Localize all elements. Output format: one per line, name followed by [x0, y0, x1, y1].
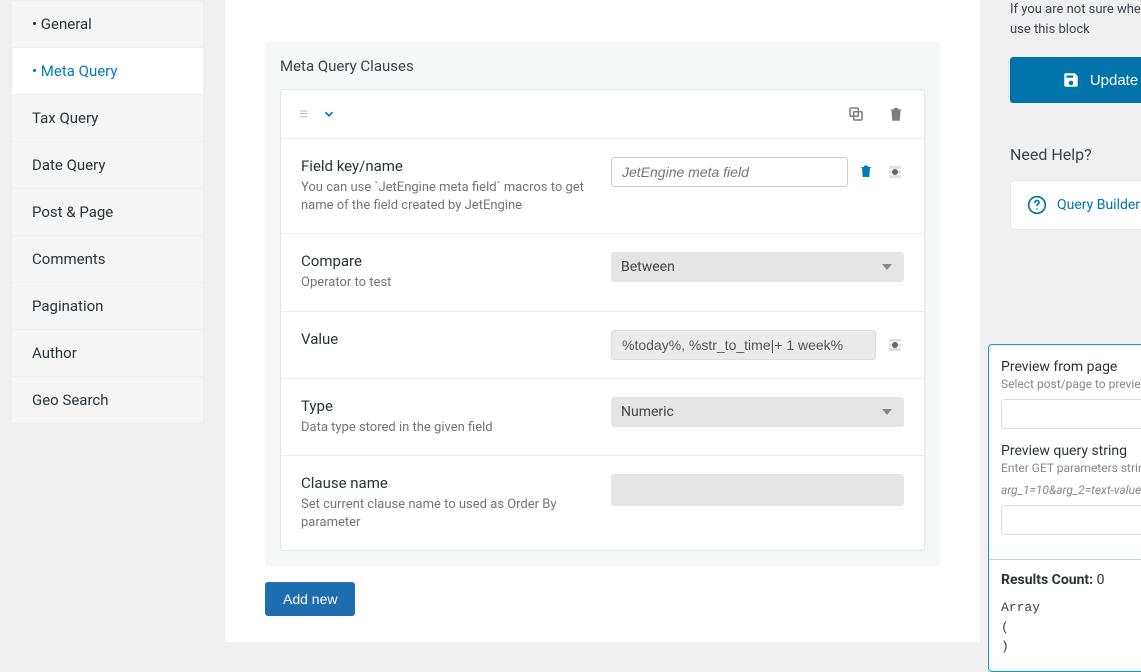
clause-card: ≡ Field key/name You can use `JetEngine … [280, 89, 925, 551]
type-label: Type [301, 397, 591, 415]
update-label: Update [1090, 72, 1138, 89]
add-new-button[interactable]: Add new [265, 582, 355, 616]
trash-icon[interactable] [886, 104, 906, 124]
preview-query-string-label: Preview query string [1001, 443, 1141, 459]
macro-icon[interactable] [886, 336, 904, 354]
field-row-type: Type Data type stored in the given field… [281, 379, 924, 456]
field-key-desc: You can use `JetEngine meta field` macro… [301, 179, 591, 215]
sidebar-item-comments[interactable]: Comments [11, 236, 204, 283]
question-circle-icon [1027, 195, 1047, 215]
drag-handle-icon[interactable]: ≡ [299, 104, 306, 124]
intro-help-text: If you are not sure where to use this bl… [1010, 0, 1141, 39]
sidebar-item-meta-query[interactable]: Meta Query [11, 48, 204, 95]
field-row-value: Value [281, 312, 924, 379]
field-key-input[interactable] [611, 157, 848, 187]
results-count-value: 0 [1097, 572, 1105, 588]
field-row-clause-name: Clause name Set current clause name to u… [281, 456, 924, 550]
chevron-down-icon[interactable] [322, 107, 336, 121]
results-count: Results Count: 0 [1001, 572, 1141, 588]
preview-from-page-sub: Select post/page to preview [1001, 377, 1141, 391]
query-builder-link[interactable]: Query Builder [1057, 197, 1140, 213]
results-array: Array ( ) [1001, 598, 1141, 657]
panel-title: Meta Query Clauses [280, 57, 925, 75]
clear-field-icon[interactable] [858, 163, 876, 181]
sidebar-item-pagination[interactable]: Pagination [11, 283, 204, 330]
macro-icon[interactable] [886, 163, 904, 181]
sidebar-item-author[interactable]: Author [11, 330, 204, 377]
type-select[interactable]: Numeric [611, 397, 904, 427]
field-key-label: Field key/name [301, 157, 591, 175]
field-row-compare: Compare Operator to test Between [281, 234, 924, 311]
settings-sidebar: General Meta Query Tax Query Date Query … [11, 0, 204, 424]
value-input[interactable] [611, 330, 876, 360]
sidebar-item-geo-search[interactable]: Geo Search [11, 377, 204, 424]
preview-query-string-sub: Enter GET parameters string [1001, 461, 1141, 475]
clause-name-label: Clause name [301, 474, 591, 492]
preview-from-page-label: Preview from page [1001, 359, 1141, 375]
field-row-key: Field key/name You can use `JetEngine me… [281, 139, 924, 234]
preview-from-page-input[interactable] [1001, 399, 1141, 429]
sidebar-item-tax-query[interactable]: Tax Query [11, 95, 204, 142]
clause-name-input[interactable] [611, 474, 904, 506]
compare-select[interactable]: Between [611, 252, 904, 282]
compare-desc: Operator to test [301, 274, 591, 292]
clause-name-desc: Set current clause name to used as Order… [301, 496, 591, 532]
preview-box: Preview from page Select post/page to pr… [988, 344, 1141, 672]
preview-divider [989, 559, 1141, 560]
sidebar-item-general[interactable]: General [11, 0, 204, 48]
sidebar-item-post-page[interactable]: Post & Page [11, 189, 204, 236]
preview-query-string-input[interactable] [1001, 505, 1141, 535]
sidebar-item-date-query[interactable]: Date Query [11, 142, 204, 189]
results-count-label: Results Count: [1001, 572, 1093, 588]
right-column: If you are not sure where to use this bl… [1010, 0, 1141, 230]
type-desc: Data type stored in the given field [301, 419, 591, 437]
compare-label: Compare [301, 252, 591, 270]
main-panel: Meta Query Clauses ≡ Field [225, 0, 980, 642]
help-link-box[interactable]: Query Builder [1010, 180, 1141, 230]
clause-header: ≡ [281, 90, 924, 139]
value-label: Value [301, 330, 591, 348]
save-icon [1062, 71, 1080, 89]
copy-icon[interactable] [846, 104, 866, 124]
update-button[interactable]: Update [1010, 57, 1141, 103]
need-help-title: Need Help? [1010, 145, 1141, 164]
meta-query-panel: Meta Query Clauses ≡ Field [265, 42, 940, 566]
preview-query-string-example: arg_1=10&arg_2=text-value [1001, 483, 1141, 497]
